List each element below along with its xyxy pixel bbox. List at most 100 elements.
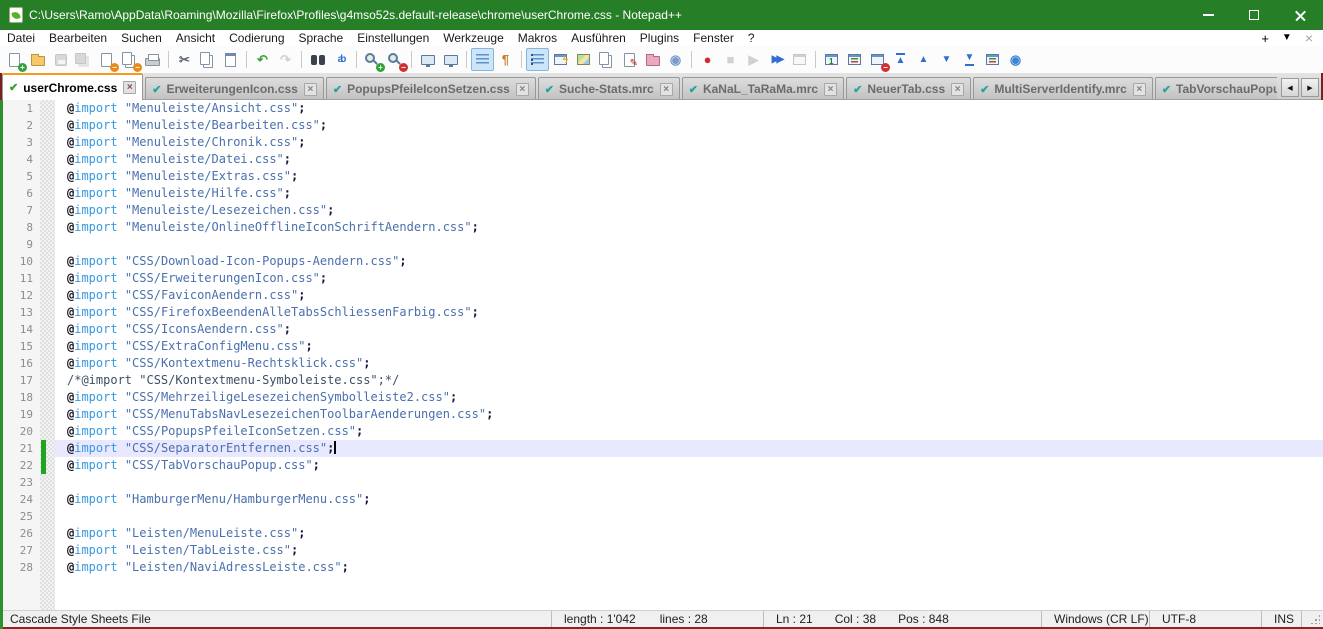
code-line-6[interactable]: 6@import "Menuleiste/Hilfe.css";: [0, 185, 1323, 202]
code-line-25[interactable]: 25: [0, 508, 1323, 525]
show-all-characters-icon[interactable]: ¶: [494, 48, 517, 71]
code-line-1[interactable]: 1@import "Menuleiste/Ansicht.css";: [0, 100, 1323, 117]
document-map-icon[interactable]: [595, 48, 618, 71]
code-line-27[interactable]: 27@import "Leisten/TabLeiste.css";: [0, 542, 1323, 559]
tab-close-icon[interactable]: ×: [516, 83, 529, 96]
code-line-3[interactable]: 3@import "Menuleiste/Chronik.css";: [0, 134, 1323, 151]
tab-close-icon[interactable]: ×: [304, 83, 317, 96]
code-line-4[interactable]: 4@import "Menuleiste/Datei.css";: [0, 151, 1323, 168]
close-tab-icon[interactable]: ×: [1305, 31, 1313, 45]
code-line-12[interactable]: 12@import "CSS/FaviconAendern.css";: [0, 287, 1323, 304]
code-line-20[interactable]: 20@import "CSS/PopupsPfeileIconSetzen.cs…: [0, 423, 1323, 440]
new-tab-button[interactable]: +: [1261, 32, 1269, 45]
status-insert-mode[interactable]: INS: [1261, 611, 1301, 627]
cut-icon[interactable]: ✂: [173, 48, 196, 71]
menu-item-ansicht[interactable]: Ansicht: [169, 30, 222, 46]
tab-multiserveridentify-mrc[interactable]: ✔MultiServerIdentify.mrc×: [973, 77, 1153, 100]
redo-icon[interactable]: ↷: [274, 48, 297, 71]
code-line-10[interactable]: 10@import "CSS/Download-Icon-Popups-Aend…: [0, 253, 1323, 270]
code-line-8[interactable]: 8@import "Menuleiste/OnlineOfflineIconSc…: [0, 219, 1323, 236]
code-line-23[interactable]: 23: [0, 474, 1323, 491]
code-line-15[interactable]: 15@import "CSS/ExtraConfigMenu.css";: [0, 338, 1323, 355]
menu-item-codierung[interactable]: Codierung: [222, 30, 291, 46]
document-switcher-icon[interactable]: [618, 48, 641, 71]
macro-save-icon[interactable]: [788, 48, 811, 71]
menu-item-makros[interactable]: Makros: [511, 30, 564, 46]
scroll-tabs-left-button[interactable]: ◀: [1281, 78, 1299, 97]
tab-kanal-tarama-mrc[interactable]: ✔KaNaL_TaRaMa.mrc×: [682, 77, 844, 100]
bookmark-line-1-icon[interactable]: [820, 48, 843, 71]
status-caret-position[interactable]: Ln : 21 Col : 38 Pos : 848: [763, 611, 1041, 627]
bookmark-clear-icon[interactable]: −: [866, 48, 889, 71]
code-line-5[interactable]: 5@import "Menuleiste/Extras.css";: [0, 168, 1323, 185]
code-line-7[interactable]: 7@import "Menuleiste/Lesezeichen.css";: [0, 202, 1323, 219]
macro-stop-icon[interactable]: ■: [719, 48, 742, 71]
file-browser-icon[interactable]: ◉: [664, 48, 687, 71]
jump-prev-icon[interactable]: ▲: [912, 48, 935, 71]
code-line-2[interactable]: 2@import "Menuleiste/Bearbeiten.css";: [0, 117, 1323, 134]
code-line-24[interactable]: 24@import "HamburgerMenu/HamburgerMenu.c…: [0, 491, 1323, 508]
open-file-icon[interactable]: [26, 48, 49, 71]
code-line-18[interactable]: 18@import "CSS/MehrzeiligeLesezeichenSym…: [0, 389, 1323, 406]
tab-list-dropdown-icon[interactable]: ▼: [1282, 33, 1292, 43]
status-encoding[interactable]: UTF-8: [1149, 611, 1261, 627]
sync-vertical-scroll-icon[interactable]: [416, 48, 439, 71]
code-line-28[interactable]: 28@import "Leisten/NaviAdressLeiste.css"…: [0, 559, 1323, 576]
code-line-9[interactable]: 9: [0, 236, 1323, 253]
editor[interactable]: 1@import "Menuleiste/Ansicht.css";2@impo…: [0, 100, 1323, 610]
zoom-in-icon[interactable]: +: [361, 48, 384, 71]
code-line-11[interactable]: 11@import "CSS/ErweiterungenIcon.css";: [0, 270, 1323, 287]
find-icon[interactable]: [306, 48, 329, 71]
tab-close-icon[interactable]: ×: [824, 83, 837, 96]
indent-guide-icon[interactable]: [526, 48, 549, 71]
maximize-button[interactable]: [1231, 0, 1277, 30]
sync-horizontal-scroll-icon[interactable]: [439, 48, 462, 71]
code-line-26[interactable]: 26@import "Leisten/MenuLeiste.css";: [0, 525, 1323, 542]
tab-popupspfeileiconsetzen-css[interactable]: ✔PopupsPfeileIconSetzen.css×: [326, 77, 536, 100]
minimize-button[interactable]: [1185, 0, 1231, 30]
status-eol-format[interactable]: Windows (CR LF): [1041, 611, 1149, 627]
code-line-19[interactable]: 19@import "CSS/MenuTabsNavLesezeichenToo…: [0, 406, 1323, 423]
close-file-icon[interactable]: −: [95, 48, 118, 71]
resize-grip[interactable]: [1301, 611, 1323, 627]
close-all-icon[interactable]: −: [118, 48, 141, 71]
tab-neuertab-css[interactable]: ✔NeuerTab.css×: [846, 77, 971, 100]
replace-icon[interactable]: ab: [329, 48, 352, 71]
undo-icon[interactable]: ↶: [251, 48, 274, 71]
code-line-16[interactable]: 16@import "CSS/Kontextmenu-Rechtsklick.c…: [0, 355, 1323, 372]
tab-close-icon[interactable]: ×: [123, 81, 136, 94]
new-file-icon[interactable]: +: [3, 48, 26, 71]
macro-record-icon[interactable]: ●: [696, 48, 719, 71]
scroll-tabs-right-button[interactable]: ▶: [1301, 78, 1319, 97]
tab-tabvorschaupopup-css[interactable]: ✔TabVorschauPopup.css×: [1155, 77, 1277, 100]
paste-icon[interactable]: [219, 48, 242, 71]
print-icon[interactable]: [141, 48, 164, 71]
close-button[interactable]: [1277, 0, 1323, 30]
code-line-21[interactable]: 21@import "CSS/SeparatorEntfernen.css";: [0, 440, 1323, 457]
code-line-14[interactable]: 14@import "CSS/IconsAendern.css";: [0, 321, 1323, 338]
code-line-22[interactable]: 22@import "CSS/TabVorschauPopup.css";: [0, 457, 1323, 474]
jump-last-icon[interactable]: ▼: [958, 48, 981, 71]
user-defined-dialog-icon[interactable]: [549, 48, 572, 71]
copy-icon[interactable]: [196, 48, 219, 71]
tab-close-icon[interactable]: ×: [660, 83, 673, 96]
macro-run-multiple-icon[interactable]: ▶▶: [765, 48, 788, 71]
accept-changes-icon[interactable]: [981, 48, 1004, 71]
tab-close-icon[interactable]: ×: [1133, 83, 1146, 96]
save-file-icon[interactable]: [49, 48, 72, 71]
monitoring-icon[interactable]: ◉: [1004, 48, 1027, 71]
zoom-out-icon[interactable]: −: [384, 48, 407, 71]
function-list-icon[interactable]: [572, 48, 595, 71]
save-all-icon[interactable]: [72, 48, 95, 71]
tab-userchrome-css[interactable]: ✔userChrome.css×: [2, 73, 143, 100]
code-line-17[interactable]: 17/*@import "CSS/Kontextmenu-Symboleiste…: [0, 372, 1323, 389]
tab-erweiterungenicon-css[interactable]: ✔ErweiterungenIcon.css×: [145, 77, 324, 100]
menu-item-suchen[interactable]: Suchen: [114, 30, 169, 46]
bookmark-toggle-icon[interactable]: [843, 48, 866, 71]
jump-next-icon[interactable]: ▼: [935, 48, 958, 71]
menu-item-werkzeuge[interactable]: Werkzeuge: [436, 30, 510, 46]
folder-as-workspace-icon[interactable]: [641, 48, 664, 71]
macro-play-icon[interactable]: ▶: [742, 48, 765, 71]
word-wrap-icon[interactable]: [471, 48, 494, 71]
menu-item-datei[interactable]: Datei: [0, 30, 42, 46]
